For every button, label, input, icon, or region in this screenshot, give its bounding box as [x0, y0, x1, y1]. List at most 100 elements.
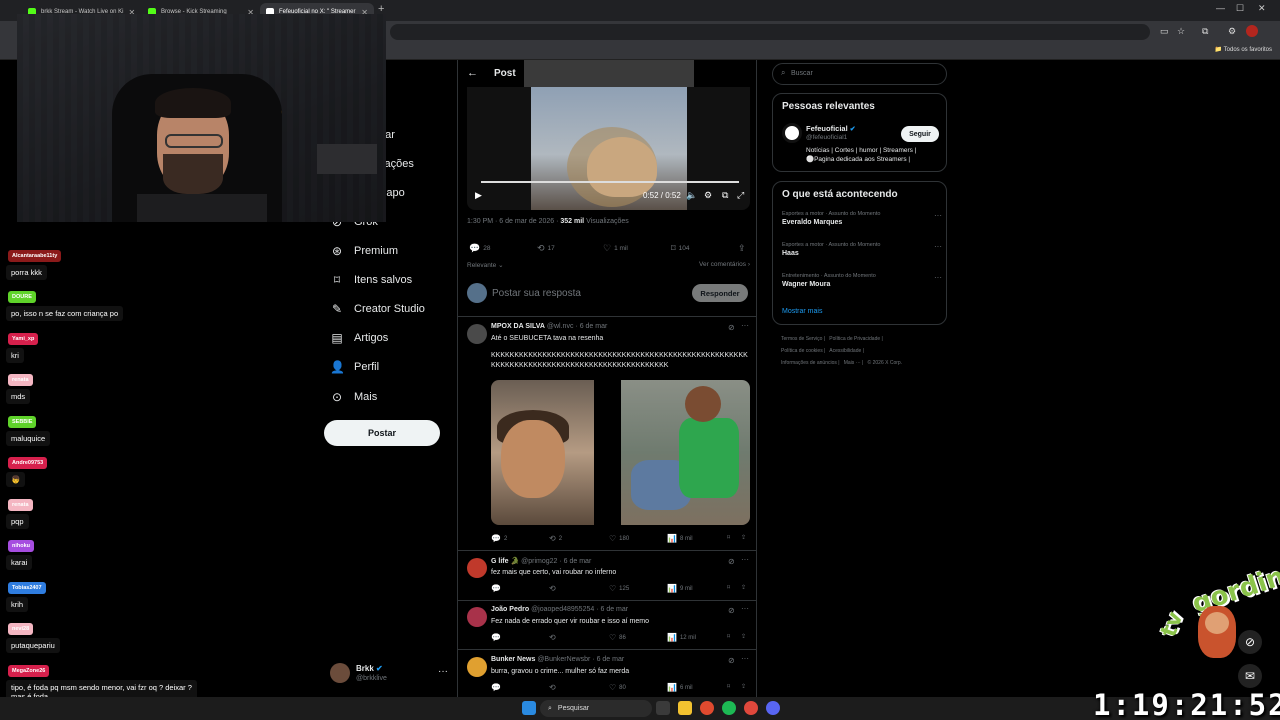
- nav-item-11[interactable]: ⊙ Mais: [330, 387, 377, 407]
- more-icon[interactable]: ···: [741, 604, 749, 613]
- bookmark-icon[interactable]: ⌑: [727, 683, 730, 690]
- bookmark-icon[interactable]: ⌑: [727, 584, 730, 591]
- extensions-icon[interactable]: ⧉: [1202, 26, 1208, 37]
- search-input[interactable]: ⌕ Buscar: [772, 63, 947, 85]
- repost-icon[interactable]: ⟲: [549, 633, 556, 642]
- grok-icon[interactable]: ⊘: [728, 656, 735, 665]
- nav-item-9[interactable]: ▤ Artigos: [330, 328, 388, 348]
- account-switcher[interactable]: Brkk ✔ @brkklive ···: [330, 662, 450, 686]
- footer-link[interactable]: Termos de Serviço: [781, 336, 822, 342]
- cast-icon[interactable]: ▭: [1160, 26, 1169, 37]
- views-action[interactable]: 📊 6 mil: [667, 683, 693, 692]
- video-player[interactable]: ▶ 0:52 / 0:52 🔈 ⚙ ⧉ ⤢: [467, 87, 750, 210]
- show-more-link[interactable]: Mostrar mais: [782, 308, 822, 315]
- bookmark-action[interactable]: ⌑ 104: [671, 243, 689, 254]
- like-action[interactable]: ♡ 86: [609, 633, 626, 642]
- close-window-icon[interactable]: ✕: [1258, 3, 1266, 14]
- spotify-icon[interactable]: [722, 701, 736, 715]
- profile-name[interactable]: Fefeuoficial ✔: [806, 124, 856, 133]
- chrome-avatar[interactable]: [1246, 25, 1258, 37]
- nav-item-10[interactable]: 👤 Perfil: [330, 357, 379, 377]
- obs-icon[interactable]: [744, 701, 758, 715]
- star-icon[interactable]: ☆: [1177, 26, 1185, 37]
- chrome-icon[interactable]: [700, 701, 714, 715]
- post-button[interactable]: Postar: [324, 420, 440, 446]
- minimize-icon[interactable]: —: [1216, 3, 1225, 13]
- repost-icon[interactable]: ⟲: [549, 584, 556, 593]
- grok-icon[interactable]: ⊘: [728, 557, 735, 566]
- share-icon[interactable]: ⇪: [741, 683, 746, 690]
- footer-link[interactable]: Mais ···: [844, 360, 861, 366]
- fullscreen-icon[interactable]: ⤢: [737, 190, 744, 201]
- trend-item[interactable]: Entretenimento · Assunto do Momento Wagne…: [782, 273, 942, 288]
- nav-item-7[interactable]: ⌑ Itens salvos: [330, 270, 412, 290]
- reply-tweet[interactable]: João Pedro @joaoped48955254 · 6 de mar ⊘ ·…: [458, 601, 756, 650]
- repost-action[interactable]: ⟲ 2: [549, 534, 562, 543]
- reply-tweet[interactable]: G life 🐊 @primog22 · 6 de mar ⊘ ··· fez mai…: [458, 552, 756, 601]
- nav-item-6[interactable]: ⊛ Premium: [330, 241, 398, 261]
- play-icon[interactable]: ▶: [475, 190, 482, 201]
- like-action[interactable]: ♡ 180: [609, 534, 629, 543]
- follow-button[interactable]: Seguir: [901, 126, 939, 142]
- views-action[interactable]: 📊 8 mil: [667, 534, 693, 543]
- reply-action[interactable]: 💬 2: [491, 534, 507, 543]
- trend-item[interactable]: Esportes a motor · Assunto do Momento Eve…: [782, 211, 942, 226]
- back-arrow-icon[interactable]: ←: [467, 67, 478, 79]
- bookmark-icon[interactable]: ⌑: [727, 534, 730, 541]
- tweet-media[interactable]: [491, 380, 750, 525]
- share-icon[interactable]: ⇪: [741, 633, 746, 640]
- trend-item[interactable]: Esportes a motor · Assunto do Momento Haa…: [782, 242, 942, 257]
- task-view-icon[interactable]: [656, 701, 670, 715]
- reply-tweet[interactable]: MPOX DA SILVA @wl.nvc · 6 de mar ⊘ ··· A…: [458, 318, 756, 551]
- views-action[interactable]: 📊 9 mil: [667, 584, 693, 593]
- footer-link[interactable]: Política de cookies: [781, 348, 823, 354]
- like-action[interactable]: ♡ 125: [609, 584, 629, 593]
- views-action[interactable]: 📊 12 mil: [667, 633, 696, 642]
- maximize-icon[interactable]: ☐: [1236, 3, 1244, 14]
- reply-tweet[interactable]: Bunker News @BunkerNewsbr · 6 de mar ⊘ ···…: [458, 651, 756, 700]
- see-comments-link[interactable]: Ver comentários ›: [699, 261, 750, 268]
- reply-input[interactable]: Postar sua resposta: [492, 288, 581, 299]
- like-action[interactable]: ♡ 1 mil: [603, 243, 628, 254]
- sort-dropdown[interactable]: Relevante ⌄: [467, 262, 504, 269]
- reply-icon[interactable]: 💬: [491, 633, 501, 642]
- more-icon[interactable]: ···: [934, 273, 942, 282]
- reply-action[interactable]: 💬 28: [469, 243, 490, 254]
- nav-item-8[interactable]: ✎ Creator Studio: [330, 299, 425, 319]
- messages-icon[interactable]: ✉: [1238, 664, 1262, 688]
- more-icon[interactable]: ···: [741, 321, 749, 330]
- repost-icon[interactable]: ⟲: [549, 683, 556, 692]
- discord-icon[interactable]: [766, 701, 780, 715]
- reply-icon[interactable]: 💬: [491, 584, 501, 593]
- more-icon[interactable]: ···: [934, 211, 942, 220]
- share-icon[interactable]: ⇪: [741, 534, 746, 541]
- more-icon[interactable]: ···: [741, 555, 749, 564]
- grok-chat-icon[interactable]: ⊘: [1238, 630, 1262, 654]
- taskbar-search[interactable]: ⌕ Pesquisar: [540, 700, 652, 717]
- windows-start-icon[interactable]: [522, 701, 536, 715]
- more-icon[interactable]: ···: [741, 654, 749, 663]
- footer-link[interactable]: Informações de anúncios: [781, 360, 837, 366]
- file-explorer-icon[interactable]: [678, 701, 692, 715]
- more-icon[interactable]: ···: [934, 242, 942, 251]
- omnibox[interactable]: [390, 24, 1150, 40]
- settings-icon[interactable]: ⚙: [704, 190, 712, 201]
- footer-link[interactable]: Acessibilidade: [829, 348, 861, 354]
- more-icon[interactable]: ···: [438, 666, 448, 677]
- reply-icon[interactable]: 💬: [491, 683, 501, 692]
- reply-button[interactable]: Responder: [692, 284, 748, 302]
- like-action[interactable]: ♡ 80: [609, 683, 626, 692]
- profile-switch-icon[interactable]: ⚙: [1228, 26, 1236, 37]
- pip-icon[interactable]: ⧉: [722, 190, 728, 201]
- volume-icon[interactable]: 🔈: [686, 190, 697, 201]
- grok-icon[interactable]: ⊘: [728, 606, 735, 615]
- avatar[interactable]: [782, 123, 802, 143]
- share-icon[interactable]: ⇪: [741, 584, 746, 591]
- video-progress[interactable]: [481, 181, 739, 183]
- grok-icon[interactable]: ⊘: [728, 323, 735, 332]
- all-bookmarks[interactable]: 📁 Todos os favoritos: [1215, 46, 1272, 53]
- repost-action[interactable]: ⟲ 17: [537, 243, 555, 254]
- share-action[interactable]: ⇪: [738, 243, 746, 254]
- bookmark-icon[interactable]: ⌑: [727, 633, 730, 640]
- footer-link[interactable]: Política de Privacidade: [829, 336, 880, 342]
